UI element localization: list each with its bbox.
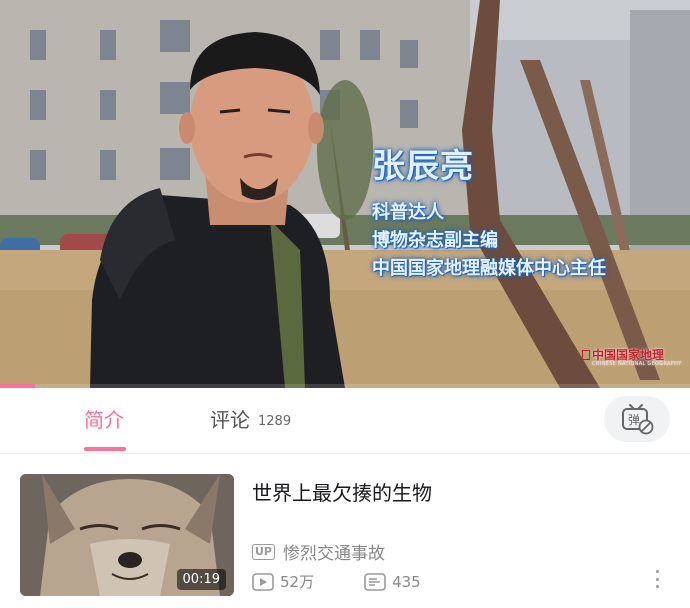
danmaku-count: 435 [364,573,421,591]
play-count-value: 52万 [280,573,315,591]
channel-watermark: 中国国家地理 CHINESE NATIONAL GEOGRAPHY [582,346,681,367]
active-tab-indicator [84,447,126,451]
more-options-button[interactable] [650,568,664,590]
danmaku-count-value: 435 [392,572,421,591]
related-video-card[interactable]: 00:19 世界上最欠揍的生物 UP 惨烈交通事故 52万 435 [0,455,690,608]
more-icon-dot [655,585,659,588]
speaker-title-1: 科普达人 [372,202,444,223]
video-duration: 00:19 [176,569,226,590]
up-badge-icon: UP [252,543,275,560]
video-player[interactable]: 张辰亮 科普达人 博物杂志副主编 中国国家地理融媒体中心主任 中国国家地理 CH… [0,0,690,388]
video-thumbnail[interactable]: 00:19 [20,474,234,596]
uploader-row[interactable]: UP 惨烈交通事故 [252,539,385,564]
uploader-name: 惨烈交通事故 [283,544,385,564]
danmaku-toggle-icon: 弹 [622,404,654,435]
play-count-icon [252,572,274,591]
play-count: 52万 [252,571,314,592]
danmaku-count-icon [364,572,386,591]
more-icon-dot [655,577,659,581]
detail-tab-bar: 简介 评论 1289 弹 [0,388,690,454]
danmaku-toggle-button[interactable]: 弹 [604,396,670,442]
speaker-title-3: 中国国家地理融媒体中心主任 [372,258,606,279]
speaker-title-2: 博物杂志副主编 [372,230,498,251]
watermark-logo-icon [582,349,590,360]
comments-count: 1289 [258,414,292,429]
watermark-subtext: CHINESE NATIONAL GEOGRAPHY [592,361,682,367]
tab-comments[interactable]: 评论 1289 [210,408,291,434]
speaker-name: 张辰亮 [372,146,474,185]
speaker-caption: 张辰亮 科普达人 博物杂志副主编 中国国家地理融媒体中心主任 [372,146,606,282]
video-title[interactable]: 世界上最欠揍的生物 [252,480,432,506]
tab-intro[interactable]: 简介 [84,408,124,432]
video-stats: 52万 435 [252,571,421,592]
more-icon-dot [655,570,659,573]
tab-comments-label: 评论 [210,408,250,432]
svg-text:弹: 弹 [628,413,640,427]
